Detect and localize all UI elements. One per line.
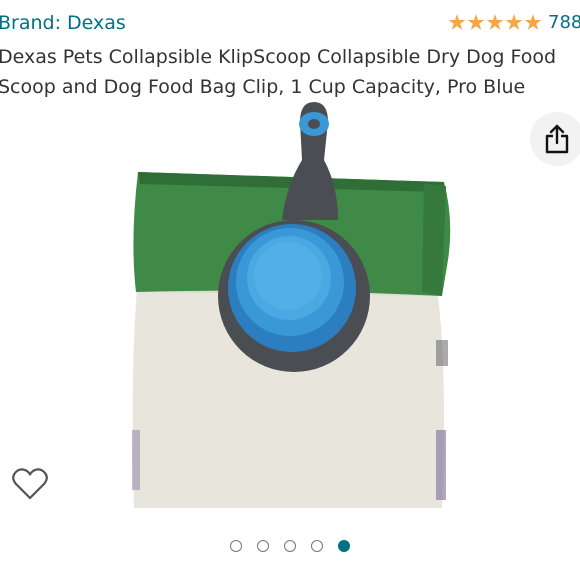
star-icon bbox=[467, 14, 485, 30]
product-title: Dexas Pets Collapsible KlipScoop Collaps… bbox=[0, 46, 557, 98]
star-icon bbox=[486, 14, 504, 30]
wishlist-button[interactable] bbox=[10, 464, 50, 504]
carousel-dots bbox=[0, 540, 580, 552]
heart-outline-icon bbox=[12, 468, 48, 500]
share-icon bbox=[545, 124, 569, 154]
star-icon bbox=[524, 14, 542, 30]
carousel-dot-active[interactable] bbox=[338, 540, 350, 552]
carousel-dot[interactable] bbox=[284, 540, 296, 552]
rating[interactable]: 788 bbox=[448, 12, 580, 33]
carousel-dot[interactable] bbox=[257, 540, 269, 552]
rating-count[interactable]: 788 bbox=[548, 12, 580, 33]
brand-link[interactable]: Brand: Dexas bbox=[0, 12, 126, 34]
carousel-dot[interactable] bbox=[311, 540, 323, 552]
star-icon bbox=[448, 14, 466, 30]
share-button[interactable] bbox=[530, 112, 580, 166]
star-rating bbox=[448, 14, 542, 32]
star-icon bbox=[505, 14, 523, 30]
carousel-dot[interactable] bbox=[230, 540, 242, 552]
product-image[interactable] bbox=[124, 100, 460, 512]
